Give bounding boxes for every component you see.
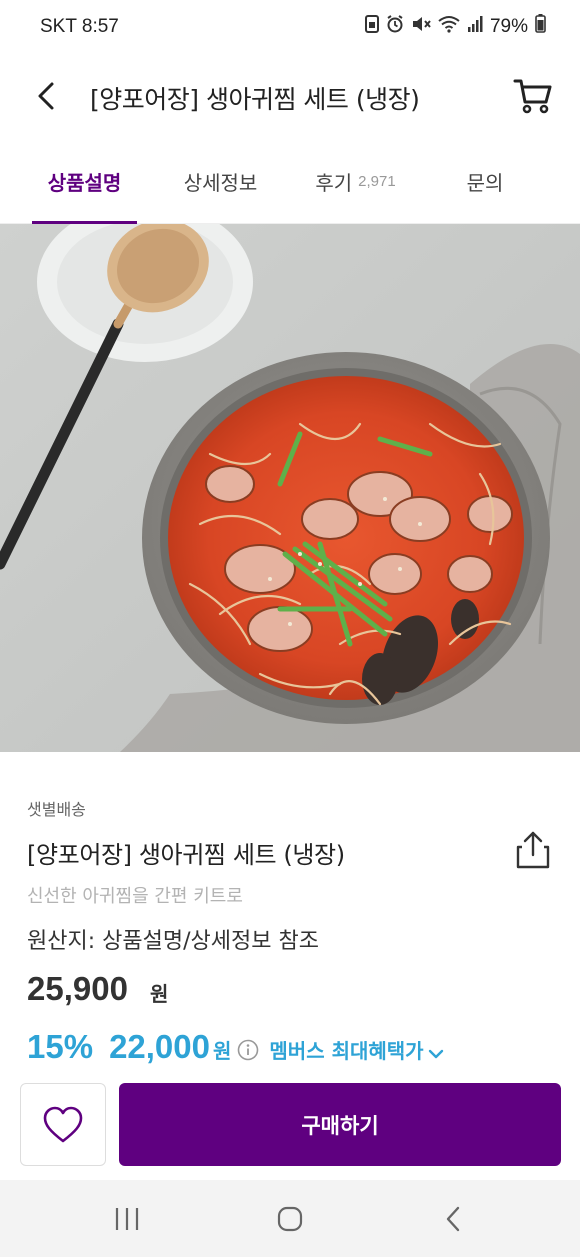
tab-product-description[interactable]: 상품설명 bbox=[32, 138, 137, 224]
tab-label: 후기 bbox=[315, 170, 353, 195]
mute-icon bbox=[411, 15, 431, 39]
wishlist-button[interactable] bbox=[20, 1083, 106, 1166]
system-nav-bar bbox=[0, 1180, 580, 1257]
recent-apps-icon bbox=[115, 1208, 139, 1230]
original-price-unit: 원 bbox=[150, 982, 169, 1006]
product-image bbox=[0, 224, 580, 752]
status-icons: 79% bbox=[364, 14, 546, 39]
share-button[interactable] bbox=[514, 830, 552, 870]
delivery-type: 샛별배송 bbox=[27, 800, 86, 819]
tab-label: 상세정보 bbox=[183, 170, 258, 195]
cart-icon bbox=[513, 79, 552, 114]
origin-info: 원산지: 상품설명/상세정보 참조 bbox=[27, 929, 319, 954]
app-header: [양포어장] 생아귀찜 세트 (냉장) bbox=[0, 56, 580, 138]
tab-inquiry[interactable]: 문의 bbox=[440, 138, 530, 224]
back-arrow-icon bbox=[446, 1206, 460, 1232]
tab-label: 상품설명 bbox=[47, 170, 122, 195]
status-bar: SKT 8:57 79% bbox=[0, 0, 580, 56]
wifi-icon bbox=[438, 15, 460, 39]
original-price: 25,900 bbox=[27, 970, 128, 1007]
sale-price-unit: 원 bbox=[213, 1039, 232, 1063]
tab-bar: 상품설명 상세정보 후기 2,971 문의 bbox=[0, 138, 580, 224]
alarm-icon bbox=[386, 14, 404, 39]
heart-icon bbox=[43, 1106, 83, 1142]
signal-icon bbox=[467, 15, 483, 39]
product-subtitle: 신선한 아귀찜을 간편 키트로 bbox=[27, 886, 243, 907]
home-button[interactable] bbox=[265, 1200, 315, 1238]
sim-card-icon bbox=[364, 14, 379, 39]
system-back-button[interactable] bbox=[428, 1200, 478, 1238]
battery-percent: 79% bbox=[489, 15, 528, 37]
tab-reviews[interactable]: 후기 2,971 bbox=[298, 138, 413, 224]
recent-apps-button[interactable] bbox=[102, 1200, 152, 1238]
product-name: [양포어장] 생아귀찜 세트 (냉장) bbox=[27, 841, 345, 869]
sale-price: 22,000 bbox=[109, 1028, 210, 1065]
home-icon bbox=[277, 1206, 303, 1232]
sale-price-row: 15% 22,000 원 멤버스 최대혜택가 bbox=[27, 1028, 444, 1066]
tab-label: 문의 bbox=[466, 170, 504, 195]
back-button[interactable] bbox=[26, 74, 66, 118]
info-icon[interactable] bbox=[237, 1039, 259, 1061]
member-benefit-link[interactable]: 멤버스 최대혜택가 bbox=[269, 1035, 423, 1064]
battery-icon bbox=[535, 14, 546, 39]
tab-detail-info[interactable]: 상세정보 bbox=[168, 138, 273, 224]
carrier-time: SKT 8:57 bbox=[40, 16, 119, 37]
chevron-left-icon bbox=[38, 82, 54, 110]
discount-rate: 15% bbox=[27, 1028, 94, 1065]
review-count: 2,971 bbox=[358, 172, 396, 190]
cart-button[interactable] bbox=[512, 74, 554, 118]
buy-button[interactable]: 구매하기 bbox=[119, 1083, 561, 1166]
page-title: [양포어장] 생아귀찜 세트 (냉장) bbox=[90, 85, 420, 114]
chevron-down-icon[interactable] bbox=[428, 1045, 444, 1064]
share-icon bbox=[516, 831, 550, 869]
